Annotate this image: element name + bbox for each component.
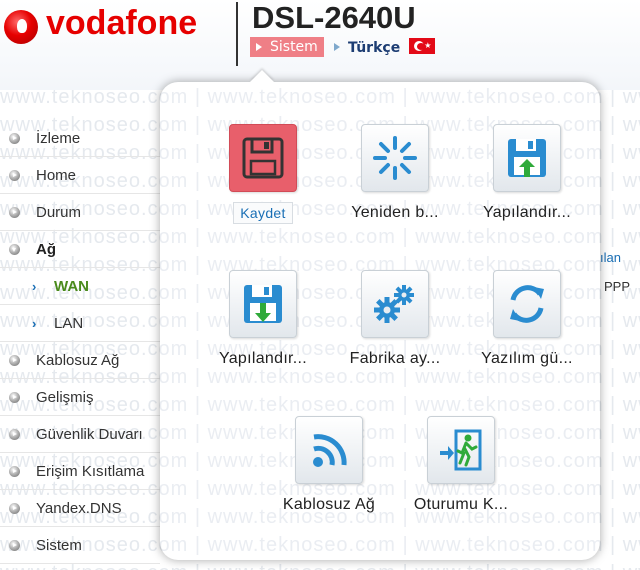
- watermark-text: www.teknoseo.com | www.teknoseo.com | ww…: [160, 534, 600, 556]
- arrow-bullet-icon: [9, 540, 20, 551]
- sidebar-item-label: Erişim Kısıtlama: [36, 463, 145, 480]
- refresh-icon: [510, 285, 544, 323]
- model-title: DSL-2640U: [252, 0, 416, 35]
- sidebar-item-kablosuz-ag[interactable]: Kablosuz Ağ: [0, 342, 160, 379]
- nav-sistem[interactable]: Sistem: [250, 37, 324, 57]
- tool-kaydet[interactable]: Kaydet: [198, 124, 328, 224]
- arrow-bullet-icon: [9, 503, 20, 514]
- watermark-text: www.teknoseo.com | www.teknoseo.com | ww…: [160, 394, 600, 416]
- nav-language-label: Türkçe: [348, 40, 401, 56]
- tool-tile[interactable]: [361, 270, 429, 338]
- sidebar-item-gelismis[interactable]: Gelişmiş: [0, 379, 160, 416]
- turkey-flag-icon: ★: [409, 38, 436, 54]
- sidebar-item-durum[interactable]: Durum: [0, 194, 160, 231]
- sidebar-item-label: Sistem: [36, 537, 82, 554]
- nav-sistem-label: Sistem: [270, 39, 318, 55]
- tool-label: Kaydet: [233, 202, 293, 224]
- sidebar-item-label: LAN: [54, 315, 84, 332]
- sidebar-item-sistem[interactable]: Sistem: [0, 527, 160, 564]
- tool-tile[interactable]: [229, 270, 297, 338]
- tool-tile[interactable]: [229, 124, 297, 192]
- tool-firmware-update[interactable]: Yazılım gü...: [462, 270, 592, 368]
- chevron-right-icon: ›: [32, 279, 37, 294]
- tool-logout[interactable]: Oturumu K...: [396, 416, 526, 514]
- watermark-text: www.teknoseo.com | www.teknoseo.com | ww…: [160, 226, 600, 248]
- nav-arrow-icon: [256, 43, 262, 51]
- hidden-content-fragment: PPP: [604, 279, 631, 294]
- watermark-text: www.teknoseo.com | www.teknoseo.com | ww…: [160, 86, 600, 108]
- sidebar-item-label: WAN: [54, 278, 89, 295]
- tool-factory-reset[interactable]: Fabrika ay...: [330, 270, 460, 368]
- tool-config-restore[interactable]: Yapılandır...: [198, 270, 328, 368]
- tool-reboot[interactable]: Yeniden b...: [330, 124, 460, 222]
- sidebar-item-label: Kablosuz Ağ: [36, 352, 120, 369]
- sidebar-item-erisim-kisitlama[interactable]: Erişim Kısıtlama: [0, 453, 160, 490]
- arrow-bullet-icon: [9, 133, 20, 144]
- nav-arrow-icon: [334, 43, 340, 51]
- system-menu-popup: www.teknoseo.com | www.teknoseo.com | ww…: [160, 82, 600, 560]
- arrow-down-bullet-icon: [9, 244, 20, 255]
- chevron-right-icon: ›: [32, 316, 37, 331]
- arrow-bullet-icon: [9, 466, 20, 477]
- tool-tile[interactable]: [427, 416, 495, 484]
- sidebar: İzleme Home Durum Ağ › WAN › LAN Kablosu…: [0, 120, 160, 564]
- tool-tile[interactable]: [493, 124, 561, 192]
- tool-label: Fabrika ay...: [349, 350, 441, 367]
- hidden-content-fragment: ılan: [600, 250, 621, 265]
- header-divider: [236, 2, 238, 66]
- sidebar-item-ag[interactable]: Ağ: [0, 231, 160, 268]
- tool-label: Yapılandır...: [218, 350, 308, 367]
- tool-label: Yeniden b...: [351, 204, 439, 221]
- floppy-save-icon: [242, 137, 284, 179]
- wifi-icon: [313, 434, 347, 467]
- sidebar-item-label: Gelişmiş: [36, 389, 94, 406]
- arrow-bullet-icon: [9, 429, 20, 440]
- floppy-upload-icon: [508, 139, 546, 177]
- tool-label: Kablosuz Ağ: [282, 496, 376, 513]
- gears-icon: [374, 285, 414, 323]
- arrow-bullet-icon: [9, 207, 20, 218]
- sidebar-subitem-wan[interactable]: › WAN: [0, 268, 160, 305]
- floppy-download-icon: [244, 285, 282, 323]
- reboot-spinner-icon: [373, 136, 417, 180]
- sidebar-item-label: İzleme: [36, 130, 81, 147]
- sidebar-subitem-lan[interactable]: › LAN: [0, 305, 160, 342]
- sidebar-item-izleme[interactable]: İzleme: [0, 120, 160, 157]
- tool-label: Oturumu K...: [413, 496, 509, 513]
- sidebar-item-guvenlik-duvari[interactable]: Güvenlik Duvarı: [0, 416, 160, 453]
- sidebar-item-label: Güvenlik Duvarı: [36, 426, 143, 443]
- sidebar-item-yandex-dns[interactable]: Yandex.DNS: [0, 490, 160, 527]
- tool-wireless[interactable]: Kablosuz Ağ: [264, 416, 394, 514]
- tool-tile[interactable]: [361, 124, 429, 192]
- sidebar-item-label: Durum: [36, 204, 82, 221]
- arrow-bullet-icon: [9, 170, 20, 181]
- sidebar-item-label: Yandex.DNS: [36, 500, 122, 517]
- tool-tile[interactable]: [295, 416, 363, 484]
- logout-exit-icon: [440, 429, 482, 471]
- vodafone-logo-icon: [4, 10, 38, 44]
- nav-language[interactable]: Türkçe ★: [332, 37, 436, 57]
- brand-name: vodafone: [46, 4, 198, 42]
- header: vodafone DSL-2640U Sistem Türkçe ★: [0, 0, 640, 90]
- tool-tile[interactable]: [493, 270, 561, 338]
- sidebar-item-label: Home: [36, 167, 77, 184]
- tool-label: Yapılandır...: [482, 204, 572, 221]
- watermark-text: www.teknoseo.com | www.teknoseo.com | ww…: [160, 366, 600, 388]
- arrow-bullet-icon: [9, 355, 20, 366]
- tool-config-backup[interactable]: Yapılandır...: [462, 124, 592, 222]
- sidebar-item-home[interactable]: Home: [0, 157, 160, 194]
- tool-label: Yazılım gü...: [481, 350, 573, 367]
- arrow-bullet-icon: [9, 392, 20, 403]
- sidebar-item-label: Ağ: [36, 241, 56, 258]
